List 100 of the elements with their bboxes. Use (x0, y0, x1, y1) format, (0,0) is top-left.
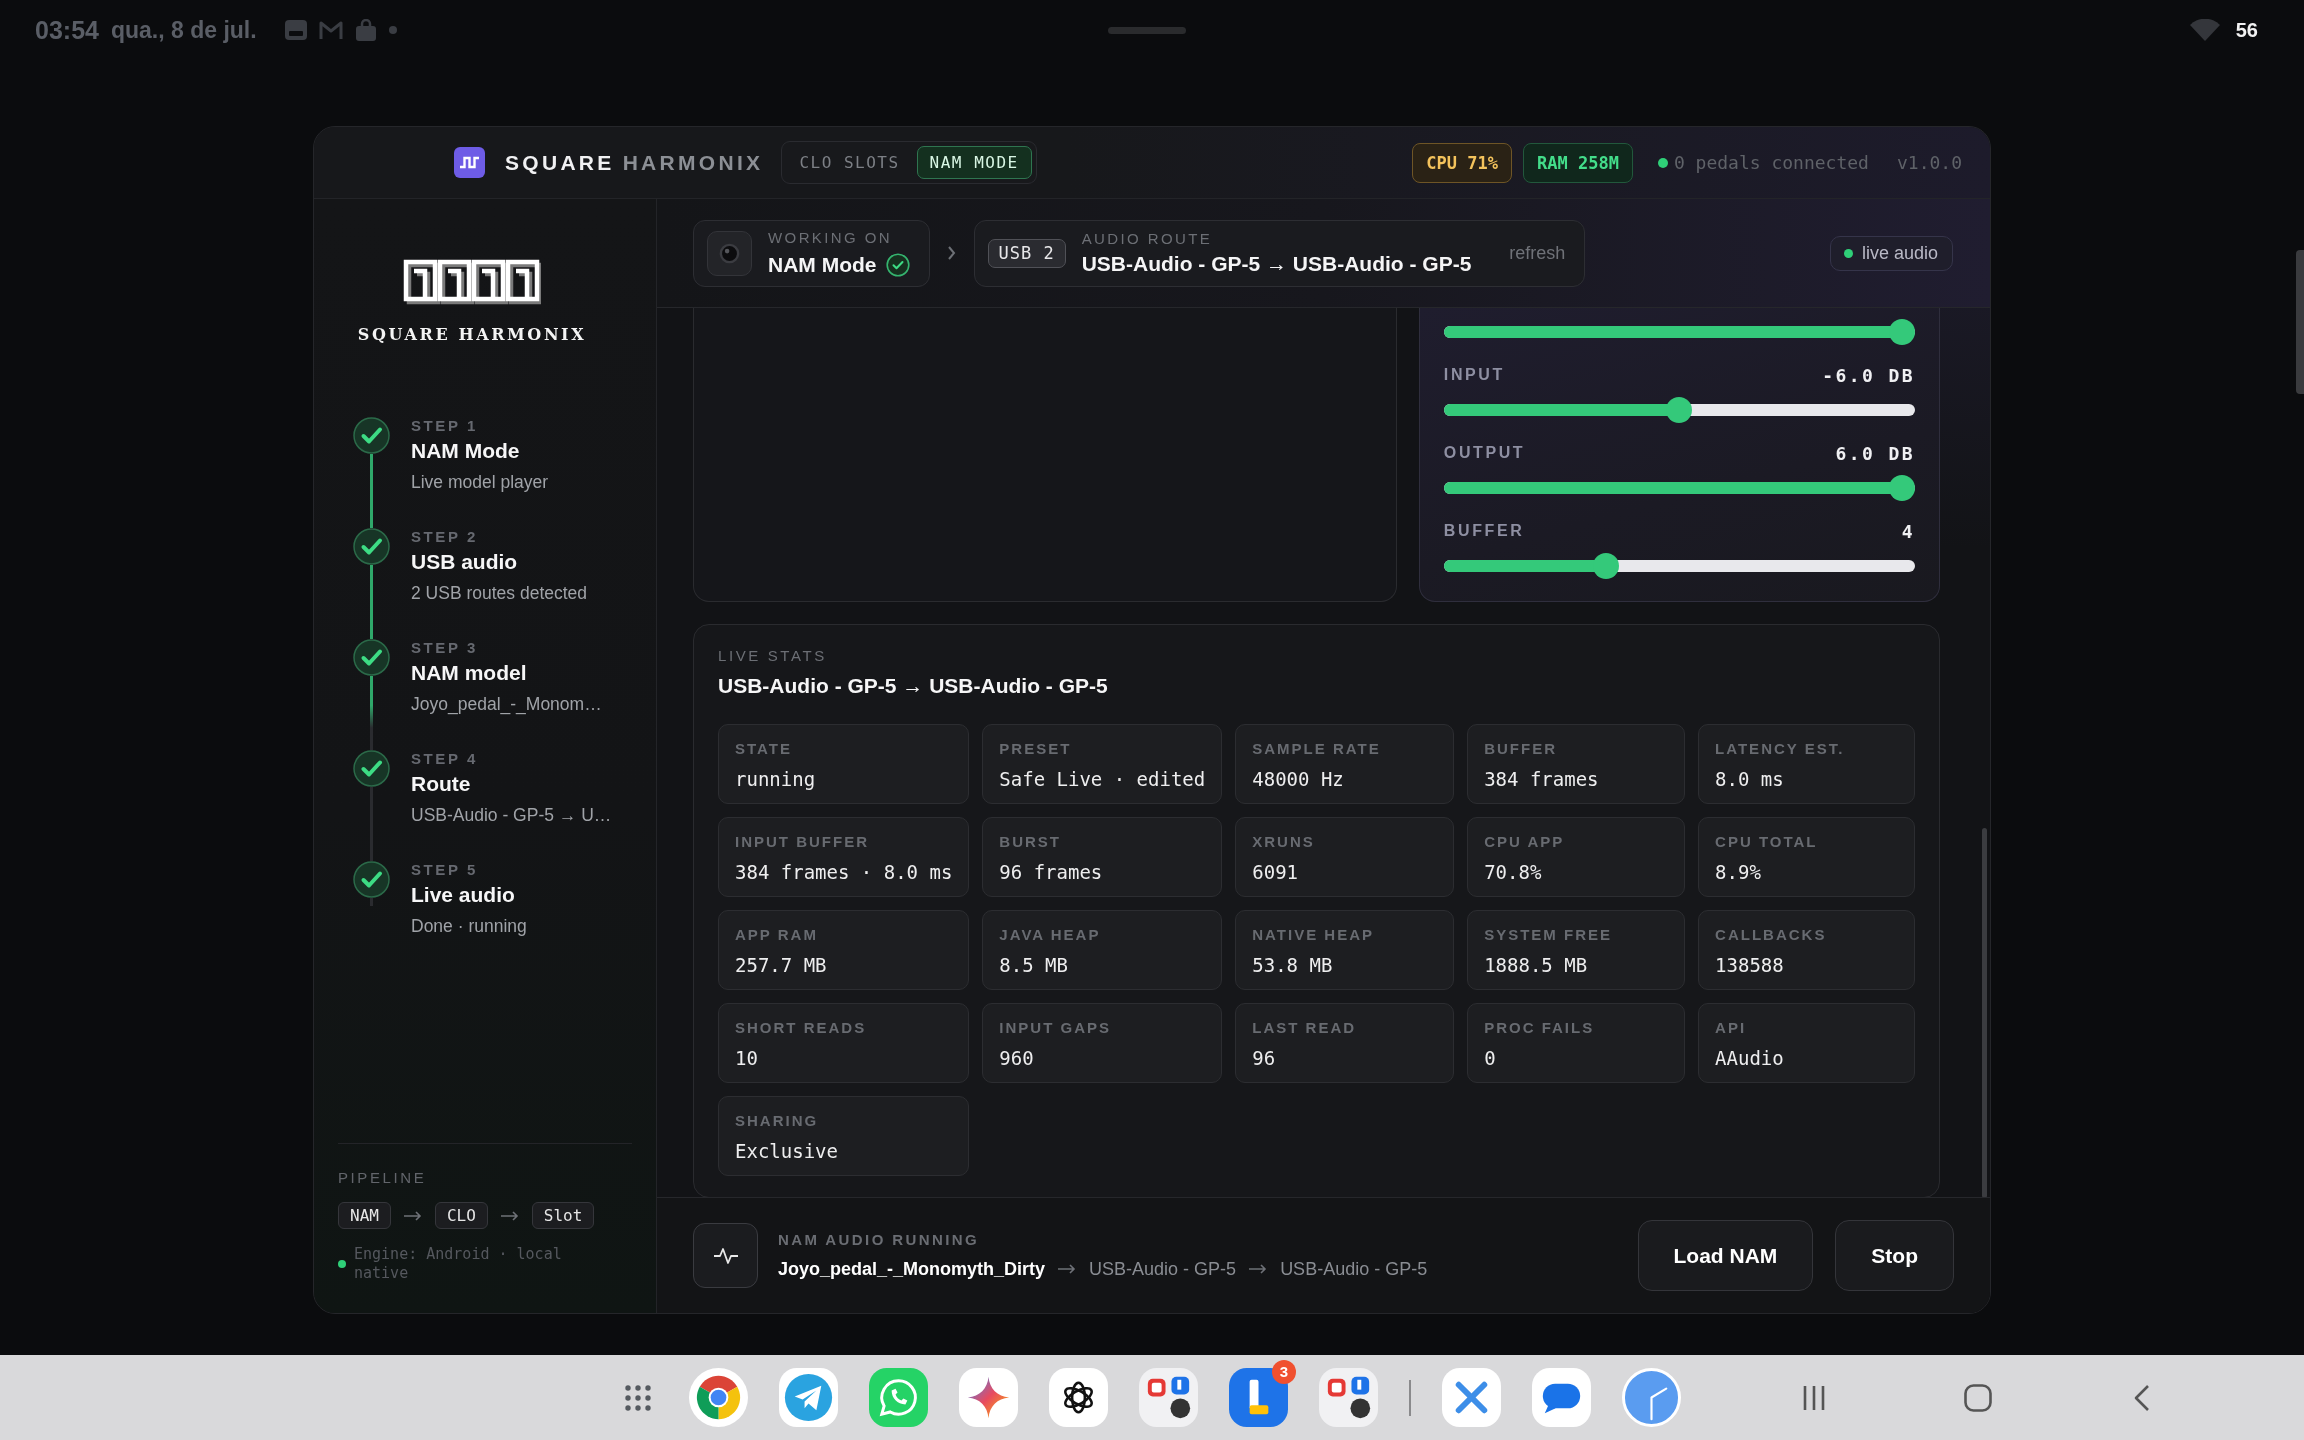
slider-track[interactable] (1443, 319, 1915, 345)
live-audio-label: live audio (1861, 242, 1938, 264)
stat-value: 1888.5 MB (1484, 953, 1589, 977)
letter-tile-app-icon[interactable] (1229, 1368, 1288, 1427)
card-label: WORKING ON (768, 228, 893, 247)
section-label: LIVE STATS (718, 647, 828, 665)
stat-label: SHORT READS (735, 1019, 868, 1037)
app-folder-icon[interactable] (1139, 1368, 1198, 1427)
step-number: STEP 3 (411, 639, 480, 657)
route-device: USB-Audio - GP-5 (1089, 1257, 1237, 1281)
stat-label: CPU TOTAL (1715, 833, 1819, 851)
slider-track[interactable] (1443, 397, 1915, 423)
stat-value: 10 (735, 1046, 759, 1070)
section-label: PIPELINE (338, 1169, 428, 1187)
mail-icon (318, 20, 343, 40)
edge-handle[interactable] (2296, 250, 2304, 394)
stat-label: APP RAM (735, 926, 819, 944)
card-label: AUDIO ROUTE (1081, 229, 1214, 248)
scrollbar[interactable] (1982, 828, 1987, 1197)
slider-thumb[interactable] (1666, 397, 1693, 423)
recent-apps-icon[interactable] (1801, 1384, 1826, 1411)
step-title: Route (411, 771, 472, 797)
home-icon[interactable] (1963, 1383, 1992, 1412)
step-number: STEP 4 (411, 750, 480, 768)
pipeline-stage-tag: CLO (434, 1202, 488, 1229)
stat-label: BURST (999, 833, 1062, 851)
status-dot-icon (1657, 157, 1668, 168)
back-icon[interactable] (2133, 1383, 2150, 1412)
app-folder-icon[interactable] (1319, 1368, 1378, 1427)
slider-thumb[interactable] (1592, 553, 1619, 579)
pipeline-stage-tag: Slot (531, 1202, 595, 1229)
step-number: STEP 5 (411, 861, 480, 879)
arrow-icon (1058, 1263, 1077, 1274)
stat-value: 138588 (1715, 953, 1785, 977)
knob-icon (707, 230, 752, 276)
mode-tab[interactable]: CLO SLOTS (786, 146, 913, 179)
slider-value: 6.0 DB (1835, 442, 1915, 464)
stat-label: XRUNS (1252, 833, 1316, 851)
cross-app-icon[interactable] (1442, 1368, 1501, 1427)
slider-track[interactable] (1443, 553, 1915, 579)
ring-app-icon[interactable] (689, 1368, 748, 1427)
step-title: Live audio (411, 882, 516, 908)
step-detail: Joyo_pedal_-_Monom… (411, 693, 603, 715)
brand-name: SQUARE HARMONIX (357, 325, 587, 345)
connection-status: 0 pedals connected (1673, 152, 1869, 173)
app-title: SQUARE (505, 150, 615, 175)
atom-app-icon[interactable] (1049, 1368, 1108, 1427)
route-name: USB-Audio - GP-5 → USB-Audio - GP-5 (1081, 250, 1472, 277)
stat-value: Exclusive (735, 1139, 839, 1163)
stat-value: 96 (1252, 1046, 1277, 1070)
step-number: STEP 2 (411, 528, 480, 546)
stat-value: 48000 Hz (1252, 767, 1345, 791)
stat-value: 384 frames · 8.0 ms (735, 860, 953, 884)
arrow-icon (403, 1210, 422, 1221)
engine-info: Engine: Android · local native (354, 1245, 563, 1283)
stat-value: 6091 (1252, 860, 1299, 884)
stat-label: PRESET (999, 740, 1073, 758)
slider-label: BUFFER (1443, 522, 1525, 540)
refresh-button[interactable]: refresh (1509, 242, 1566, 264)
battery-level-text: 56 (2235, 18, 2258, 42)
version-label: v1.0.0 (1896, 152, 1962, 173)
notification-icon (284, 20, 307, 40)
app-title-suffix: HARMONIX (622, 150, 764, 175)
dot-icon (388, 26, 397, 34)
stat-label: LATENCY EST. (1715, 740, 1846, 758)
stat-value: Safe Live · edited (999, 767, 1206, 791)
model-name: Joyo_pedal_-_Monomyth_Dirty (778, 1257, 1046, 1281)
stat-label: NATIVE HEAP (1252, 926, 1375, 944)
stat-label: LAST READ (1252, 1019, 1358, 1037)
status-dot-icon (338, 1260, 346, 1268)
slider-value: 4 (1901, 520, 1915, 542)
wifi-icon (2189, 19, 2220, 41)
step-detail: USB-Audio - GP-5 → U… (411, 804, 613, 826)
shopping-bag-icon (354, 19, 377, 41)
action-button[interactable]: Stop (1835, 1220, 1954, 1291)
paper-plane-app-icon[interactable] (779, 1368, 838, 1427)
stat-label: JAVA HEAP (999, 926, 1102, 944)
stat-value: 960 (999, 1046, 1035, 1070)
route-device: USB-Audio - GP-5 (1280, 1257, 1428, 1281)
arrow-icon (1249, 1263, 1268, 1274)
slider-thumb[interactable] (1889, 319, 1915, 345)
step-title: NAM model (411, 660, 528, 686)
stat-value: 384 frames (1484, 767, 1600, 791)
stat-label: PROC FAILS (1484, 1019, 1596, 1037)
mode-name: NAM Mode (768, 251, 877, 278)
stat-value: 8.9% (1715, 860, 1762, 884)
step-detail: 2 USB routes detected (411, 582, 589, 604)
date-text: qua., 8 de jul. (110, 16, 257, 44)
clock-app-icon[interactable] (1622, 1368, 1681, 1427)
cpu-usage-badge: CPU 71% (1412, 142, 1512, 183)
slider-track[interactable] (1443, 475, 1915, 501)
slider-thumb[interactable] (1889, 475, 1915, 501)
action-button[interactable]: Load NAM (1637, 1220, 1814, 1291)
chat-bubble-app-icon[interactable] (1532, 1368, 1591, 1427)
app-grid-icon[interactable] (622, 1382, 653, 1413)
sparkle-app-icon[interactable] (959, 1368, 1018, 1427)
mode-tab[interactable]: NAM MODE (916, 146, 1032, 179)
square-wave-logo-icon (454, 147, 485, 178)
stat-label: INPUT GAPS (999, 1019, 1113, 1037)
notification-badge: 3 (1272, 1360, 1296, 1384)
